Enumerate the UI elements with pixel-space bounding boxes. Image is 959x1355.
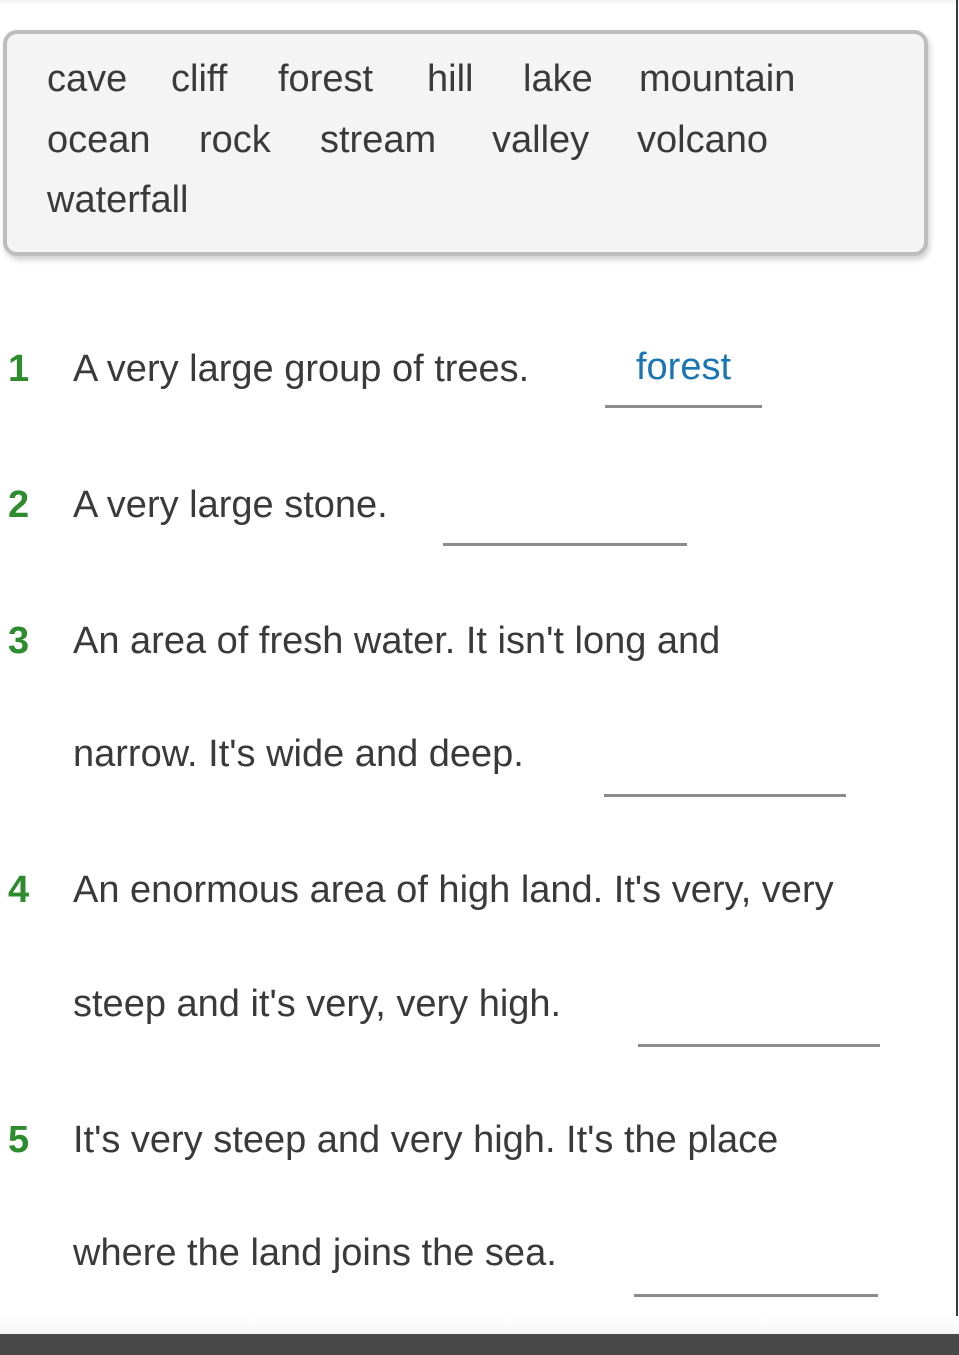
word-bank-item: cave xyxy=(47,58,128,100)
question-text: narrow. It's wide and deep. xyxy=(73,733,524,775)
word-bank-item: forest xyxy=(278,58,374,100)
question-number: 1 xyxy=(8,348,30,390)
bottom-bar xyxy=(0,1334,959,1355)
answer-blank[interactable] xyxy=(634,1294,878,1297)
question-number: 2 xyxy=(8,484,30,526)
word-bank-item: ocean xyxy=(47,119,151,161)
word-bank-item: valley xyxy=(492,119,590,161)
question-number: 3 xyxy=(8,620,30,662)
question-text: A very large group of trees. xyxy=(73,348,530,390)
top-edge xyxy=(0,0,959,6)
question-number: 4 xyxy=(8,869,30,911)
answer-blank[interactable] xyxy=(605,405,762,408)
scrollbar-edge xyxy=(956,0,958,1334)
answer-blank[interactable] xyxy=(443,543,687,546)
question-text: An enormous area of high land. It's very… xyxy=(73,869,834,911)
question-text: It's very steep and very high. It's the … xyxy=(73,1119,779,1161)
word-bank-item: mountain xyxy=(639,58,796,100)
word-bank-item: lake xyxy=(523,58,593,100)
word-bank-item: hill xyxy=(427,58,474,100)
answer-blank[interactable] xyxy=(604,794,846,797)
word-bank-item: waterfall xyxy=(47,179,189,221)
word-bank-item: volcano xyxy=(637,119,768,161)
word-bank-item: rock xyxy=(199,119,271,161)
answer-blank[interactable] xyxy=(638,1044,880,1047)
question-number: 5 xyxy=(8,1119,30,1161)
question-text: An area of fresh water. It isn't long an… xyxy=(73,620,721,662)
question-text: where the land joins the sea. xyxy=(73,1232,557,1274)
word-bank-item: stream xyxy=(320,119,437,161)
answer-filled[interactable]: forest xyxy=(605,346,762,389)
word-bank-box: cave cliff forest hill lake mountain oce… xyxy=(3,30,928,256)
word-bank-item: cliff xyxy=(171,58,228,100)
bottom-fade xyxy=(0,1316,959,1334)
question-text: A very large stone. xyxy=(73,484,388,526)
question-text: steep and it's very, very high. xyxy=(73,983,562,1025)
